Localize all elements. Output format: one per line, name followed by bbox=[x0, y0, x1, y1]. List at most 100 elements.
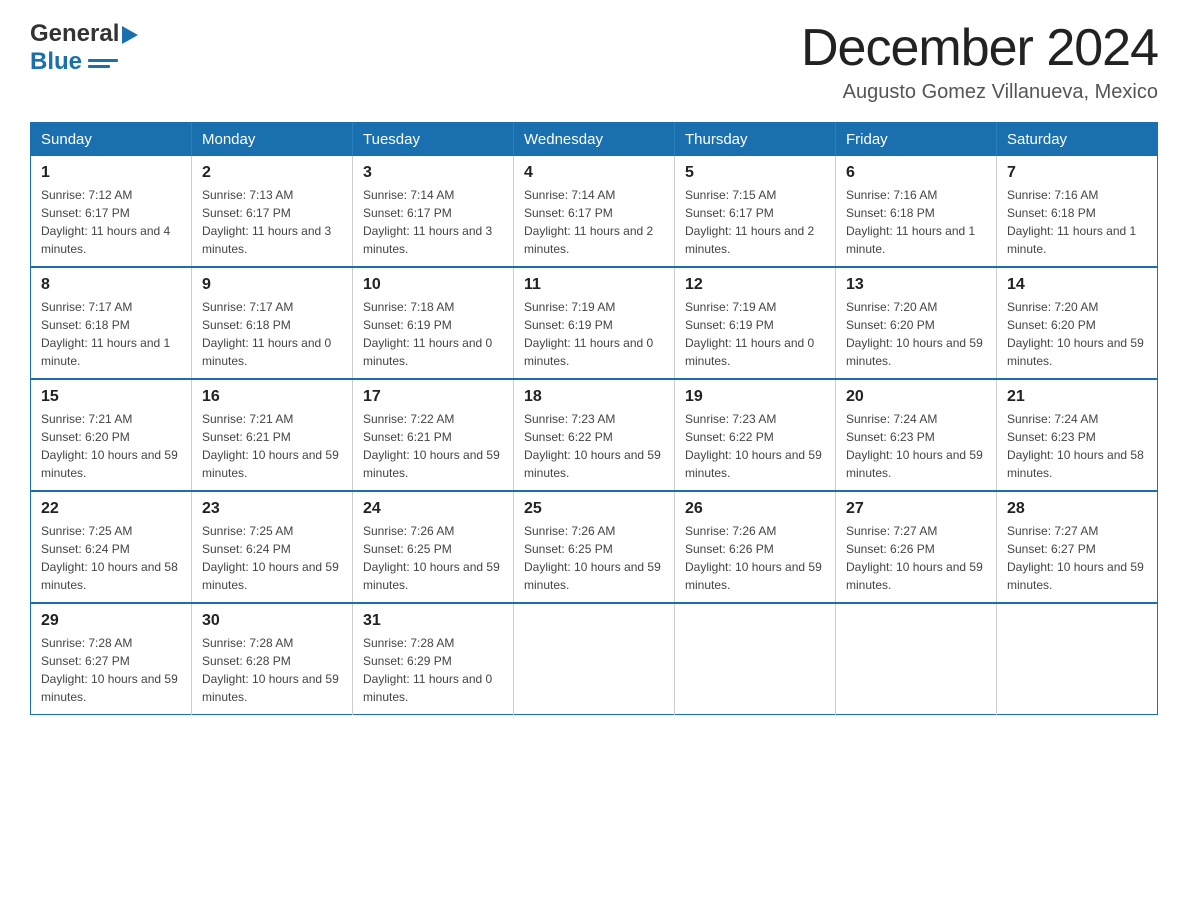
day-number: 30 bbox=[202, 612, 342, 630]
day-info: Sunrise: 7:26 AMSunset: 6:26 PMDaylight:… bbox=[685, 522, 825, 594]
day-number: 23 bbox=[202, 500, 342, 518]
table-row: 8 Sunrise: 7:17 AMSunset: 6:18 PMDaylight… bbox=[31, 267, 192, 379]
day-info: Sunrise: 7:21 AMSunset: 6:21 PMDaylight:… bbox=[202, 410, 342, 482]
day-info: Sunrise: 7:18 AMSunset: 6:19 PMDaylight:… bbox=[363, 298, 503, 370]
table-row: 25 Sunrise: 7:26 AMSunset: 6:25 PMDayligh… bbox=[514, 491, 675, 603]
day-number: 15 bbox=[41, 388, 181, 406]
day-info: Sunrise: 7:28 AMSunset: 6:29 PMDaylight:… bbox=[363, 634, 503, 706]
day-info: Sunrise: 7:22 AMSunset: 6:21 PMDaylight:… bbox=[363, 410, 503, 482]
header-wednesday: Wednesday bbox=[514, 123, 675, 157]
calendar-week-row: 29Sunrise: 7:28 AMSunset: 6:27 PMDayligh… bbox=[31, 603, 1158, 715]
table-row bbox=[675, 603, 836, 715]
day-info: Sunrise: 7:16 AMSunset: 6:18 PMDaylight:… bbox=[846, 186, 986, 258]
day-info: Sunrise: 7:26 AMSunset: 6:25 PMDaylight:… bbox=[524, 522, 664, 594]
day-info: Sunrise: 7:27 AMSunset: 6:27 PMDaylight:… bbox=[1007, 522, 1147, 594]
table-row: 30 Sunrise: 7:28 AMSunset: 6:28 PMDayligh… bbox=[192, 603, 353, 715]
header-sunday: Sunday bbox=[31, 123, 192, 157]
day-info: Sunrise: 7:17 AMSunset: 6:18 PMDaylight:… bbox=[41, 298, 181, 370]
day-info: Sunrise: 7:17 AMSunset: 6:18 PMDaylight:… bbox=[202, 298, 342, 370]
table-row: 20Sunrise: 7:24 AMSunset: 6:23 PMDayligh… bbox=[836, 379, 997, 491]
table-row: 31Sunrise: 7:28 AMSunset: 6:29 PMDayligh… bbox=[353, 603, 514, 715]
day-number: 4 bbox=[524, 164, 664, 182]
table-row: 11 Sunrise: 7:19 AMSunset: 6:19 PMDayligh… bbox=[514, 267, 675, 379]
day-number: 5 bbox=[685, 164, 825, 182]
table-row: 27 Sunrise: 7:27 AMSunset: 6:26 PMDayligh… bbox=[836, 491, 997, 603]
table-row: 4Sunrise: 7:14 AMSunset: 6:17 PMDaylight… bbox=[514, 156, 675, 267]
header-thursday: Thursday bbox=[675, 123, 836, 157]
header-tuesday: Tuesday bbox=[353, 123, 514, 157]
day-info: Sunrise: 7:20 AMSunset: 6:20 PMDaylight:… bbox=[1007, 298, 1147, 370]
day-number: 29 bbox=[41, 612, 181, 630]
day-number: 18 bbox=[524, 388, 664, 406]
page-header: General Blue December 2024 Augusto Gomez… bbox=[30, 20, 1158, 104]
day-number: 20 bbox=[846, 388, 986, 406]
header-friday: Friday bbox=[836, 123, 997, 157]
table-row: 22Sunrise: 7:25 AMSunset: 6:24 PMDayligh… bbox=[31, 491, 192, 603]
day-number: 17 bbox=[363, 388, 503, 406]
table-row: 6 Sunrise: 7:16 AMSunset: 6:18 PMDaylight… bbox=[836, 156, 997, 267]
day-info: Sunrise: 7:26 AMSunset: 6:25 PMDaylight:… bbox=[363, 522, 503, 594]
day-number: 9 bbox=[202, 276, 342, 294]
header-saturday: Saturday bbox=[997, 123, 1158, 157]
day-number: 26 bbox=[685, 500, 825, 518]
table-row: 21 Sunrise: 7:24 AMSunset: 6:23 PMDayligh… bbox=[997, 379, 1158, 491]
day-number: 8 bbox=[41, 276, 181, 294]
day-number: 25 bbox=[524, 500, 664, 518]
day-number: 2 bbox=[202, 164, 342, 182]
weekday-header-row: Sunday Monday Tuesday Wednesday Thursday… bbox=[31, 123, 1158, 157]
table-row: 19 Sunrise: 7:23 AMSunset: 6:22 PMDayligh… bbox=[675, 379, 836, 491]
day-info: Sunrise: 7:13 AMSunset: 6:17 PMDaylight:… bbox=[202, 186, 342, 258]
table-row: 15 Sunrise: 7:21 AMSunset: 6:20 PMDayligh… bbox=[31, 379, 192, 491]
table-row: 3 Sunrise: 7:14 AMSunset: 6:17 PMDaylight… bbox=[353, 156, 514, 267]
calendar-week-row: 8 Sunrise: 7:17 AMSunset: 6:18 PMDaylight… bbox=[31, 267, 1158, 379]
header-monday: Monday bbox=[192, 123, 353, 157]
table-row: 9 Sunrise: 7:17 AMSunset: 6:18 PMDaylight… bbox=[192, 267, 353, 379]
day-number: 10 bbox=[363, 276, 503, 294]
month-title: December 2024 bbox=[801, 20, 1158, 77]
day-info: Sunrise: 7:28 AMSunset: 6:28 PMDaylight:… bbox=[202, 634, 342, 706]
day-number: 7 bbox=[1007, 164, 1147, 182]
day-info: Sunrise: 7:21 AMSunset: 6:20 PMDaylight:… bbox=[41, 410, 181, 482]
table-row: 17 Sunrise: 7:22 AMSunset: 6:21 PMDayligh… bbox=[353, 379, 514, 491]
day-number: 19 bbox=[685, 388, 825, 406]
calendar-week-row: 22Sunrise: 7:25 AMSunset: 6:24 PMDayligh… bbox=[31, 491, 1158, 603]
table-row: 7Sunrise: 7:16 AMSunset: 6:18 PMDaylight… bbox=[997, 156, 1158, 267]
table-row: 2 Sunrise: 7:13 AMSunset: 6:17 PMDaylight… bbox=[192, 156, 353, 267]
day-info: Sunrise: 7:19 AMSunset: 6:19 PMDaylight:… bbox=[524, 298, 664, 370]
table-row bbox=[514, 603, 675, 715]
table-row bbox=[997, 603, 1158, 715]
table-row: 24Sunrise: 7:26 AMSunset: 6:25 PMDayligh… bbox=[353, 491, 514, 603]
day-number: 21 bbox=[1007, 388, 1147, 406]
day-number: 3 bbox=[363, 164, 503, 182]
table-row: 5 Sunrise: 7:15 AMSunset: 6:17 PMDaylight… bbox=[675, 156, 836, 267]
table-row: 28 Sunrise: 7:27 AMSunset: 6:27 PMDayligh… bbox=[997, 491, 1158, 603]
calendar-week-row: 15 Sunrise: 7:21 AMSunset: 6:20 PMDayligh… bbox=[31, 379, 1158, 491]
day-info: Sunrise: 7:15 AMSunset: 6:17 PMDaylight:… bbox=[685, 186, 825, 258]
title-area: December 2024 Augusto Gomez Villanueva, … bbox=[801, 20, 1158, 104]
day-number: 13 bbox=[846, 276, 986, 294]
location-subtitle: Augusto Gomez Villanueva, Mexico bbox=[801, 81, 1158, 104]
day-number: 27 bbox=[846, 500, 986, 518]
day-number: 6 bbox=[846, 164, 986, 182]
table-row: 12Sunrise: 7:19 AMSunset: 6:19 PMDayligh… bbox=[675, 267, 836, 379]
table-row: 16Sunrise: 7:21 AMSunset: 6:21 PMDayligh… bbox=[192, 379, 353, 491]
table-row: 26 Sunrise: 7:26 AMSunset: 6:26 PMDayligh… bbox=[675, 491, 836, 603]
day-info: Sunrise: 7:23 AMSunset: 6:22 PMDaylight:… bbox=[524, 410, 664, 482]
table-row bbox=[836, 603, 997, 715]
day-info: Sunrise: 7:23 AMSunset: 6:22 PMDaylight:… bbox=[685, 410, 825, 482]
day-info: Sunrise: 7:24 AMSunset: 6:23 PMDaylight:… bbox=[1007, 410, 1147, 482]
table-row: 23Sunrise: 7:25 AMSunset: 6:24 PMDayligh… bbox=[192, 491, 353, 603]
day-info: Sunrise: 7:27 AMSunset: 6:26 PMDaylight:… bbox=[846, 522, 986, 594]
table-row: 14Sunrise: 7:20 AMSunset: 6:20 PMDayligh… bbox=[997, 267, 1158, 379]
day-info: Sunrise: 7:12 AMSunset: 6:17 PMDaylight:… bbox=[41, 186, 181, 258]
day-number: 11 bbox=[524, 276, 664, 294]
table-row: 13Sunrise: 7:20 AMSunset: 6:20 PMDayligh… bbox=[836, 267, 997, 379]
day-info: Sunrise: 7:14 AMSunset: 6:17 PMDaylight:… bbox=[363, 186, 503, 258]
day-info: Sunrise: 7:19 AMSunset: 6:19 PMDaylight:… bbox=[685, 298, 825, 370]
calendar-table: Sunday Monday Tuesday Wednesday Thursday… bbox=[30, 122, 1158, 715]
day-number: 28 bbox=[1007, 500, 1147, 518]
logo: General Blue bbox=[30, 20, 138, 76]
table-row: 1Sunrise: 7:12 AMSunset: 6:17 PMDaylight… bbox=[31, 156, 192, 267]
logo-blue-text: Blue bbox=[30, 48, 82, 76]
day-number: 22 bbox=[41, 500, 181, 518]
